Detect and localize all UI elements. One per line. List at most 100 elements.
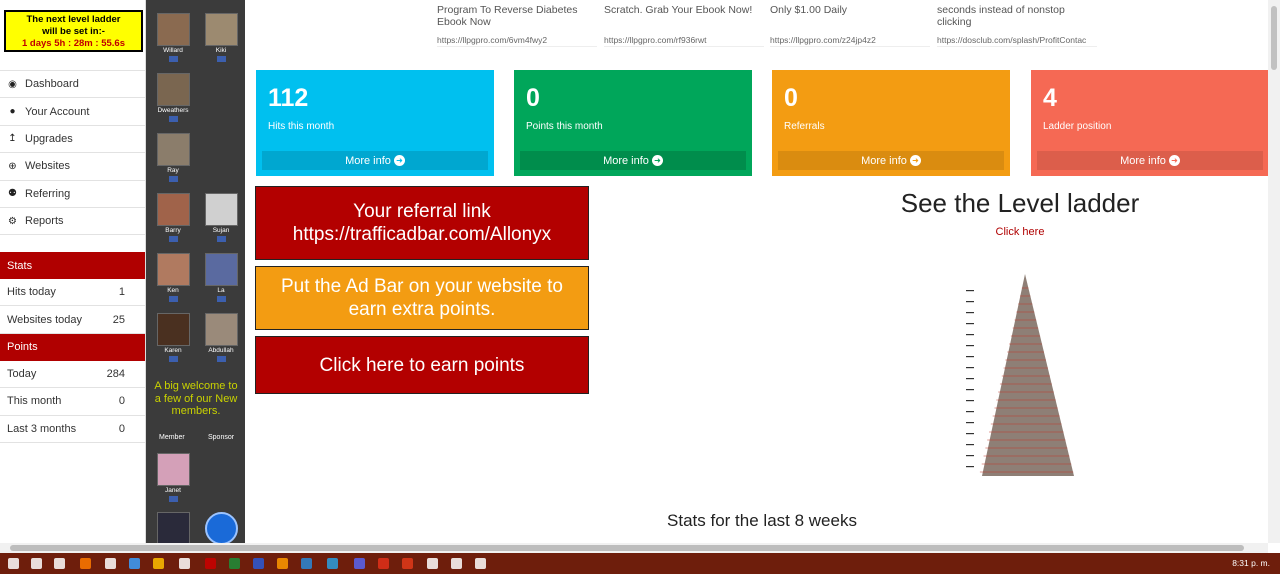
edge-icon[interactable] <box>129 558 140 569</box>
member-card[interactable]: Kiki <box>203 13 239 62</box>
flag-icon <box>216 296 226 302</box>
menu-item-websites[interactable]: ⊕ Websites <box>0 153 145 181</box>
taskbar-clock[interactable]: 8:31 p. m. <box>1232 558 1270 568</box>
avatar <box>156 13 190 46</box>
menu-item-upgrades[interactable]: ↥ Upgrades <box>0 126 145 154</box>
member-card[interactable]: Dweathers <box>155 73 191 122</box>
countdown-line2: will be set in:- <box>42 26 105 37</box>
arrow-circle-right-icon: ➜ <box>393 155 405 166</box>
more-info-link[interactable]: More info ➜ <box>778 151 1004 170</box>
box-number: 112 <box>268 84 309 112</box>
member-card[interactable]: Karen <box>155 313 191 362</box>
terminal-icon[interactable] <box>475 558 486 569</box>
app-icon[interactable] <box>205 558 216 569</box>
vertical-scrollbar[interactable] <box>1268 0 1280 543</box>
avatar <box>204 313 238 346</box>
task-view-icon[interactable] <box>54 558 65 569</box>
ad-url[interactable]: https://llpgpro.com/6vm4fwy2 <box>437 34 597 46</box>
opera-icon[interactable] <box>378 558 389 569</box>
welcome-message: A big welcome to a few of our New member… <box>154 380 238 417</box>
ad-url[interactable]: https://llpgpro.com/rf936rwt <box>604 34 764 46</box>
info-box-referrals: 0 Referrals More info ➜ <box>772 70 1010 176</box>
menu-item-reports[interactable]: ⚙ Reports <box>0 208 145 236</box>
menu-item-dashboard[interactable]: ◉ Dashboard <box>0 71 145 99</box>
ad-url[interactable]: https://dosclub.com/splash/ProfitContac <box>937 34 1097 46</box>
points-value: 284 <box>106 367 125 380</box>
more-info-link[interactable]: More info ➜ <box>1037 151 1263 170</box>
more-info-link[interactable]: More info ➜ <box>520 151 746 170</box>
flag-icon <box>168 176 178 182</box>
member-card[interactable]: Ken <box>155 253 191 302</box>
avatar <box>204 253 238 286</box>
menu-item-your-account[interactable]: ● Your Account <box>0 98 145 126</box>
member-card[interactable]: Ray <box>155 133 191 182</box>
notes-icon[interactable] <box>179 558 190 569</box>
member-card[interactable]: Sujan <box>203 193 239 242</box>
member-column-label: Member <box>159 434 185 441</box>
vertical-scroll-thumb[interactable] <box>1271 6 1277 70</box>
member-name: Kiki <box>215 47 227 54</box>
menu-item-label: Websites <box>25 160 71 173</box>
member-card[interactable]: La <box>203 253 239 302</box>
zoom-icon[interactable] <box>301 558 312 569</box>
stats-row: Websites today 25 <box>0 306 145 334</box>
member-card[interactable]: Willard <box>155 13 191 62</box>
box-label: Ladder position <box>1043 121 1112 132</box>
adbar-promo-button[interactable]: Put the Ad Bar on your website to earn e… <box>255 266 589 330</box>
stats-row: Hits today 1 <box>0 279 145 307</box>
box-label: Referrals <box>784 121 825 132</box>
telegram-icon[interactable] <box>327 558 338 569</box>
search-icon[interactable] <box>31 558 42 569</box>
referral-link-button[interactable]: Your referral link https://trafficadbar.… <box>255 186 589 260</box>
menu-item-referring[interactable]: ⚉ Referring <box>0 181 145 208</box>
windows-start-icon[interactable] <box>8 558 19 569</box>
search-app-icon[interactable] <box>105 558 116 569</box>
member-card[interactable]: Abdullah <box>203 313 239 362</box>
top-ad[interactable]: seconds instead of nonstop clicking https… <box>937 0 1097 47</box>
horizontal-scroll-thumb[interactable] <box>10 545 1244 551</box>
flag-icon <box>216 356 226 362</box>
app-icon[interactable] <box>427 558 438 569</box>
gear-icon: ⚙ <box>8 215 17 227</box>
avatar <box>156 512 190 545</box>
avatar <box>156 453 190 486</box>
ladder-link[interactable]: Click here <box>960 226 1080 238</box>
more-info-link[interactable]: More info ➜ <box>262 151 488 170</box>
top-ad[interactable]: Program To Reverse Diabetes Ebook Now htt… <box>437 0 597 47</box>
top-ad[interactable]: Only $1.00 Daily https://llpgpro.com/z24j… <box>770 0 930 47</box>
member-name: Abdullah <box>208 347 234 354</box>
dashboard-icon: ◉ <box>8 78 17 90</box>
excel-icon[interactable] <box>229 558 240 569</box>
notes-icon[interactable] <box>451 558 462 569</box>
word-icon[interactable] <box>253 558 264 569</box>
app-icon[interactable] <box>277 558 288 569</box>
brave-icon[interactable] <box>402 558 413 569</box>
firefox-icon[interactable] <box>80 558 91 569</box>
member-name: Barry <box>165 227 181 234</box>
ad-text: Only $1.00 Daily <box>770 4 848 16</box>
left-sidebar: The next level ladder will be set in:- 1… <box>0 0 146 543</box>
info-box-hits-this-month: 112 Hits this month More info ➜ <box>256 70 494 176</box>
member-card[interactable]: Barry <box>155 193 191 242</box>
main-menu: ◉ Dashboard ● Your Account ↥ Upgrades ⊕ Website… <box>0 70 145 236</box>
avatar <box>156 313 190 346</box>
earn-points-text: Click here to earn points <box>319 354 525 376</box>
earn-points-button[interactable]: Click here to earn points <box>255 336 589 394</box>
box-number: 4 <box>1043 84 1057 112</box>
menu-item-label: Dashboard <box>25 78 79 91</box>
discord-icon[interactable] <box>354 558 365 569</box>
folder-icon[interactable] <box>153 558 164 569</box>
stats-heading: Stats <box>0 252 145 279</box>
info-box-ladder-position: 4 Ladder position More info ➜ <box>1031 70 1269 176</box>
member-card[interactable]: Janet <box>155 453 191 502</box>
member-avatar[interactable] <box>155 512 191 545</box>
stats-label: Hits today <box>7 286 56 299</box>
ad-url[interactable]: https://llpgpro.com/z24jp4z2 <box>770 34 930 46</box>
member-name: Janet <box>165 487 181 494</box>
stats-value: 25 <box>112 313 125 326</box>
sponsor-badge[interactable] <box>203 512 239 545</box>
member-name: Ray <box>167 167 179 174</box>
member-name: Willard <box>163 47 183 54</box>
level-ladder-pyramid[interactable] <box>962 274 1078 480</box>
top-ad[interactable]: Scratch. Grab Your Ebook Now! https://llp… <box>604 0 764 47</box>
